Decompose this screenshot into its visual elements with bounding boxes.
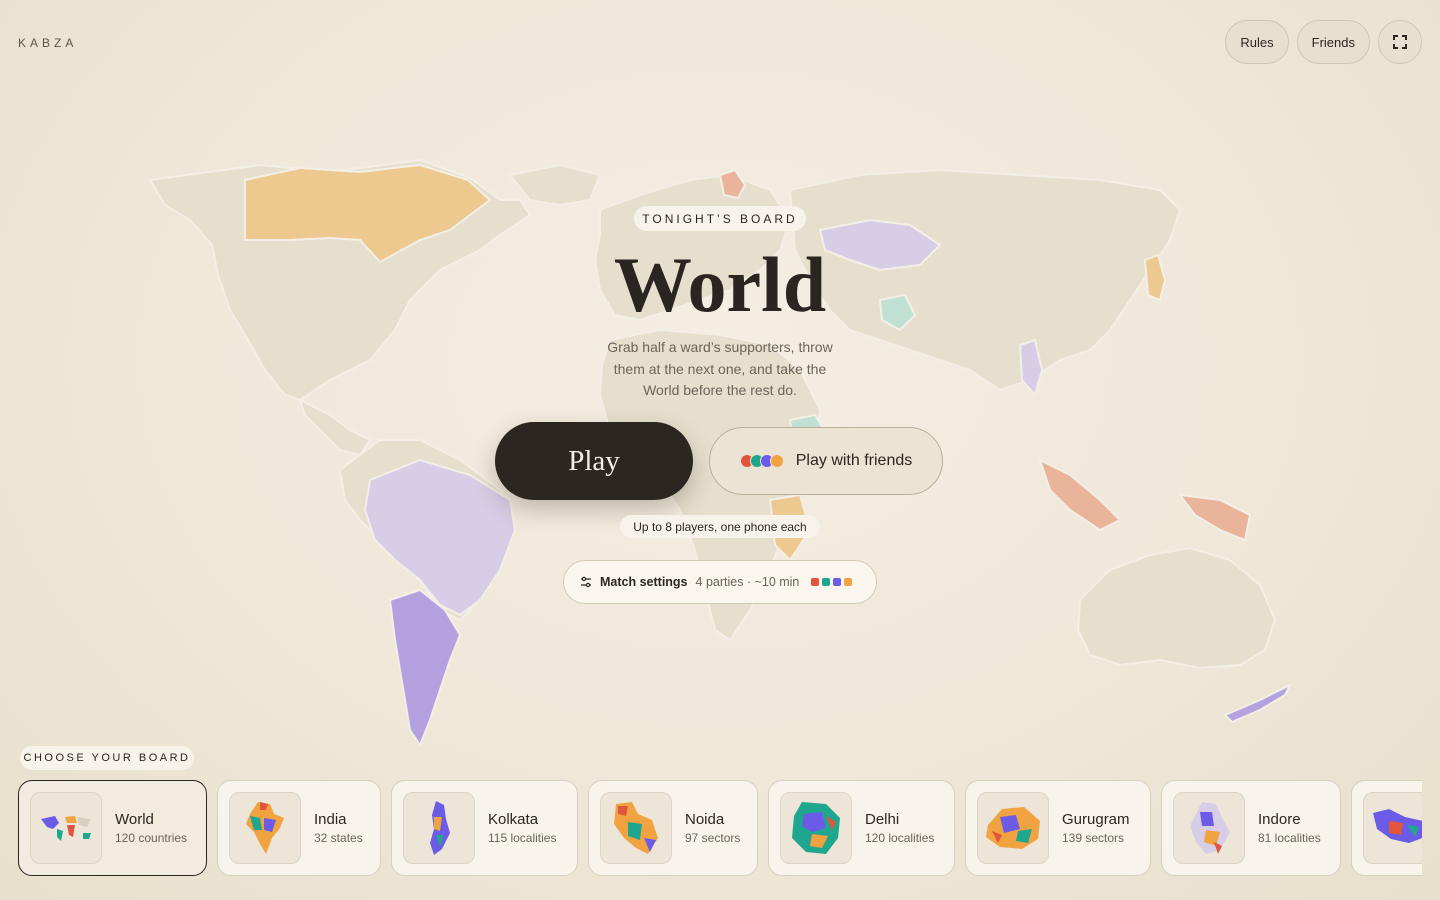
- party-color-swatch: [833, 578, 842, 586]
- board-meta: 120 localities: [865, 831, 935, 845]
- board-card-noida[interactable]: Noida 97 sectors: [588, 780, 758, 876]
- party-color-swatch: [822, 578, 831, 586]
- map-indonesia: [1038, 458, 1122, 532]
- map-greenland: [508, 163, 602, 207]
- play-with-friends-label: Play with friends: [795, 452, 913, 469]
- party-colors: [811, 578, 853, 586]
- friends-button[interactable]: Friends: [1296, 20, 1370, 64]
- board-meta: 97 sectors: [685, 831, 741, 845]
- board-subtitle: Grab half a ward’s supporters, throw the…: [607, 339, 833, 398]
- delhi-map-thumbnail-icon: [780, 792, 852, 864]
- board-card-world[interactable]: World 120 countries: [18, 780, 207, 876]
- fullscreen-icon: [1393, 35, 1407, 49]
- board-card-indore[interactable]: Indore 81 localities: [1161, 780, 1341, 876]
- play-button[interactable]: Play: [495, 422, 693, 500]
- top-bar: KABZA Rules Friends: [0, 0, 1440, 86]
- map-australia: [1076, 546, 1277, 670]
- friend-dot: [769, 454, 784, 468]
- board-card-more[interactable]: [1351, 780, 1422, 876]
- map-japan: [1143, 253, 1167, 302]
- world-map-thumbnail-icon: [30, 792, 102, 864]
- map-png: [1177, 493, 1252, 542]
- map-central-america: [298, 398, 372, 457]
- party-color-swatch: [811, 578, 820, 586]
- party-color-swatch: [844, 578, 853, 586]
- players-note: Up to 8 players, one phone each: [620, 515, 820, 538]
- india-map-thumbnail-icon: [229, 792, 301, 864]
- board-meta: 32 states: [314, 831, 363, 845]
- board-name: Gurugram: [1062, 811, 1130, 828]
- fullscreen-button[interactable]: [1378, 20, 1422, 64]
- board-eyebrow: TONIGHT’S BOARD: [634, 206, 806, 231]
- match-settings-label: Match settings: [600, 575, 688, 589]
- board-meta: 115 localities: [488, 831, 557, 845]
- board-card-india[interactable]: India 32 states: [217, 780, 381, 876]
- play-with-friends-button[interactable]: Play with friends: [709, 427, 943, 495]
- sliders-icon: [581, 576, 591, 588]
- board-title: World: [613, 241, 827, 328]
- board-name: Indore: [1258, 811, 1301, 828]
- kolkata-map-thumbnail-icon: [403, 792, 475, 864]
- board-name: Noida: [685, 811, 725, 828]
- board-meta: 81 localities: [1258, 831, 1321, 845]
- board-card-delhi[interactable]: Delhi 120 localities: [768, 780, 955, 876]
- choose-board-label: CHOOSE YOUR BOARD: [20, 746, 194, 770]
- map-scandinavia: [718, 168, 747, 200]
- rules-button[interactable]: Rules: [1225, 20, 1289, 64]
- board-card-gurugram[interactable]: Gurugram 139 sectors: [965, 780, 1151, 876]
- board-name: Kolkata: [488, 811, 539, 828]
- match-settings-button[interactable]: Match settings 4 parties · ~10 min: [563, 560, 877, 604]
- more-map-thumbnail-icon: [1363, 792, 1422, 864]
- noida-map-thumbnail-icon: [600, 792, 672, 864]
- match-settings-detail: 4 parties · ~10 min: [695, 575, 800, 589]
- top-actions: Rules Friends: [1225, 20, 1422, 64]
- map-new-zealand: [1223, 682, 1293, 724]
- board-card-kolkata[interactable]: Kolkata 115 localities: [391, 780, 578, 876]
- board-meta: 120 countries: [115, 831, 188, 845]
- indore-map-thumbnail-icon: [1173, 792, 1245, 864]
- board-list: World 120 countries India 32 states Kolk…: [18, 780, 1422, 876]
- brand-logo: KABZA: [18, 36, 78, 50]
- friends-avatars-icon: [739, 454, 784, 468]
- board-name: Delhi: [865, 811, 900, 828]
- board-meta: 139 sectors: [1062, 831, 1125, 845]
- board-name: India: [314, 811, 347, 828]
- gurugram-map-thumbnail-icon: [977, 792, 1049, 864]
- board-name: World: [115, 811, 154, 828]
